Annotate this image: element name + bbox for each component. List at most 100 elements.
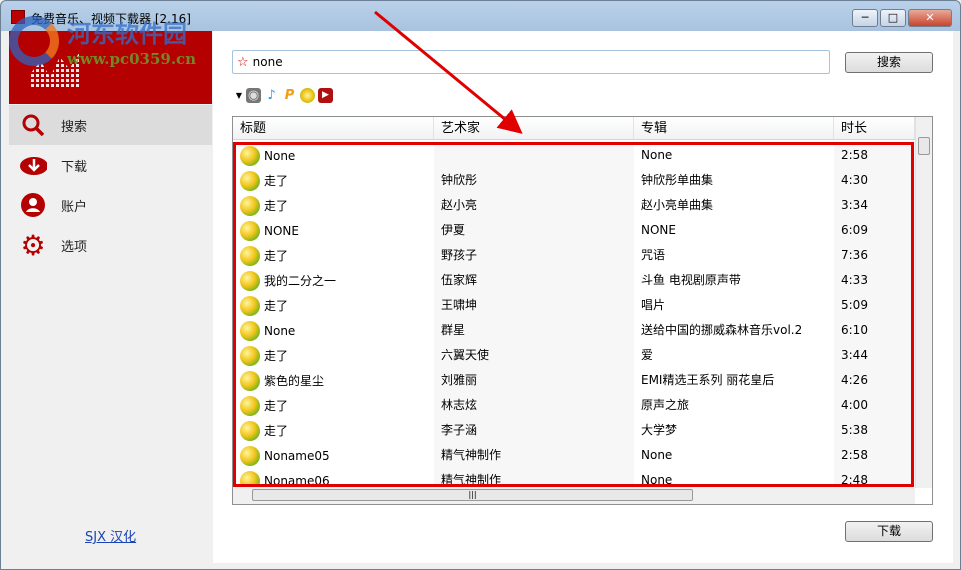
table-row[interactable]: None None 2:58 (233, 143, 915, 168)
title-cell: 走了 (233, 420, 434, 441)
youtube-icon[interactable]: ▶ (318, 88, 333, 103)
title-cell: 走了 (233, 245, 434, 266)
track-icon (240, 395, 260, 416)
table-row[interactable]: 走了 六翼天使 爱 3:44 (233, 343, 915, 368)
album-cell: None (641, 448, 673, 462)
album-cell: 斗鱼 电视剧原声带 (641, 273, 741, 287)
title-cell: 紫色的星尘 (233, 370, 434, 391)
artist-cell: 群星 (434, 318, 634, 343)
sidebar-item-download[interactable]: 下载 (9, 145, 212, 185)
track-title: 走了 (264, 249, 289, 263)
table-row[interactable]: 走了 钟欣彤 钟欣彤单曲集 4:30 (233, 168, 915, 193)
album-cell: 原声之旅 (641, 398, 690, 412)
column-header-duration[interactable]: 时长 (834, 117, 915, 139)
artist-cell: 野孩子 (434, 243, 634, 268)
download-button[interactable]: 下载 (845, 521, 933, 542)
track-icon (240, 370, 260, 391)
title-cell: NONE (233, 220, 434, 241)
sidebar-item-search[interactable]: 搜索 (9, 105, 212, 145)
album-cell: 钟欣彤单曲集 (641, 173, 714, 187)
duration-cell: 4:00 (834, 393, 915, 418)
scroll-thumb[interactable] (918, 137, 930, 155)
minimize-button[interactable]: ─ (852, 9, 878, 27)
artist-cell: 赵小亮 (434, 193, 634, 218)
track-title: None (264, 323, 296, 338)
disc-icon[interactable]: ◉ (246, 88, 261, 103)
table-row[interactable]: 紫色的星尘 刘雅丽 EMI精选王系列 丽花皇后 4:26 (233, 368, 915, 393)
ball-icon[interactable] (300, 88, 315, 103)
duration-cell: 4:30 (834, 168, 915, 193)
table-row[interactable]: NONE 伊夏 NONE 6:09 (233, 218, 915, 243)
search-value: none (252, 55, 283, 69)
maximize-button[interactable]: □ (880, 9, 906, 27)
table-row[interactable]: 走了 野孩子 咒语 7:36 (233, 243, 915, 268)
star-icon: ☆ (237, 54, 249, 70)
sidebar-item-label: 选项 (61, 239, 88, 255)
artist-cell: 六翼天使 (434, 343, 634, 368)
title-cell: None (233, 320, 434, 341)
album-cell: 咒语 (641, 248, 666, 262)
artist-cell: 林志炫 (434, 393, 634, 418)
sidebar-item-account[interactable]: 账户 (9, 185, 212, 225)
track-icon (240, 220, 260, 241)
table-row[interactable]: Noname05 精气神制作 None 2:58 (233, 443, 915, 468)
p-icon[interactable]: P (282, 88, 297, 103)
results-table: 标题 艺术家 专辑 时长 None None 2:58 走了 钟欣彤 钟欣彤单曲集… (232, 116, 933, 505)
table-row[interactable]: 我的二分之一 伍家辉 斗鱼 电视剧原声带 4:33 (233, 268, 915, 293)
album-cell: 唱片 (641, 298, 666, 312)
track-icon (240, 445, 260, 466)
search-input[interactable]: ☆ none (232, 50, 830, 74)
artist-cell: 李子涵 (434, 418, 634, 443)
duration-cell: 2:58 (834, 143, 915, 168)
track-title: 走了 (264, 299, 289, 313)
app-window: 免费音乐、视频下载器 [2.16] ─ □ ✕ 搜索 下载 账户 ⚙ 选项 SJ… (0, 0, 961, 570)
table-row[interactable]: None 群星 送给中国的挪威森林音乐vol.2 6:10 (233, 318, 915, 343)
title-cell: 走了 (233, 395, 434, 416)
table-row[interactable]: 走了 林志炫 原声之旅 4:00 (233, 393, 915, 418)
title-cell: 走了 (233, 295, 434, 316)
table-row[interactable]: 走了 李子涵 大学梦 5:38 (233, 418, 915, 443)
title-cell: 走了 (233, 345, 434, 366)
table-row[interactable]: 走了 王啸坤 唱片 5:09 (233, 293, 915, 318)
sidebar-item-options[interactable]: ⚙ 选项 (9, 225, 212, 265)
track-title: Noname05 (264, 448, 330, 463)
search-button[interactable]: 搜索 (845, 52, 933, 73)
duration-cell: 4:26 (834, 368, 915, 393)
table-row[interactable]: 走了 赵小亮 赵小亮单曲集 3:34 (233, 193, 915, 218)
title-cell: 我的二分之一 (233, 270, 434, 291)
album-cell: None (641, 148, 673, 162)
track-icon (240, 145, 260, 166)
artist-cell: 王啸坤 (434, 293, 634, 318)
track-icon (240, 195, 260, 216)
album-cell: EMI精选王系列 丽花皇后 (641, 373, 775, 387)
track-title: 走了 (264, 399, 289, 413)
track-title: NONE (264, 223, 299, 238)
track-title: Noname06 (264, 473, 330, 488)
track-icon (240, 320, 260, 341)
column-header-album[interactable]: 专辑 (634, 117, 834, 139)
main-panel: ☆ none 搜索 ▼ ◉ ♪ P ▶ 标题 艺术家 专辑 时长 None No… (213, 31, 953, 563)
artist-cell: 精气神制作 (434, 443, 634, 468)
column-header-artist[interactable]: 艺术家 (434, 117, 634, 139)
scroll-thumb[interactable]: ||| (252, 489, 693, 501)
track-icon (240, 245, 260, 266)
source-selector[interactable]: ▼ ◉ ♪ P ▶ (235, 88, 333, 103)
horizontal-scrollbar[interactable]: ||| (233, 487, 915, 504)
music-note-icon[interactable]: ♪ (264, 88, 279, 103)
sidebar-item-label: 下载 (61, 159, 88, 175)
track-title: 走了 (264, 199, 289, 213)
duration-cell: 5:38 (834, 418, 915, 443)
track-icon (240, 295, 260, 316)
track-title: 走了 (264, 349, 289, 363)
sidebar: 搜索 下载 账户 ⚙ 选项 SJX 汉化 (9, 31, 212, 563)
duration-cell: 6:10 (834, 318, 915, 343)
column-header-title[interactable]: 标题 (233, 117, 434, 139)
gear-icon: ⚙ (20, 228, 46, 262)
album-cell: 赵小亮单曲集 (641, 198, 714, 212)
credit-link[interactable]: SJX 汉化 (85, 526, 136, 545)
dropdown-arrow-icon[interactable]: ▼ (235, 88, 243, 103)
title-cell: 走了 (233, 195, 434, 216)
artist-cell: 刘雅丽 (434, 368, 634, 393)
vertical-scrollbar[interactable] (915, 117, 932, 488)
close-button[interactable]: ✕ (908, 9, 952, 27)
